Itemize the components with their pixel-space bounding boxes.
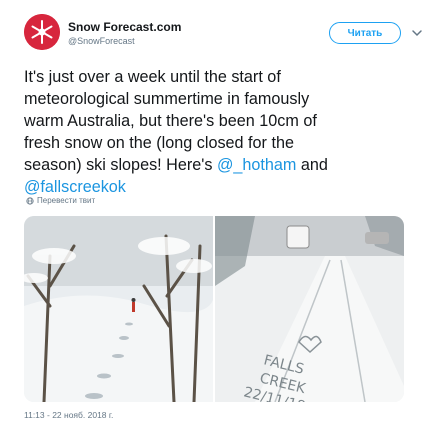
author-handle[interactable]: @SnowForecast bbox=[68, 36, 135, 46]
tweet-timestamp[interactable]: 11:13 - 22 нояб. 2018 г. bbox=[24, 410, 113, 420]
chevron-down-icon[interactable] bbox=[410, 26, 424, 40]
translate-label[interactable]: Перевести твит bbox=[37, 196, 95, 205]
avatar[interactable] bbox=[24, 14, 60, 50]
author-name[interactable]: Snow Forecast.com bbox=[68, 20, 181, 34]
tweet-text-join: and bbox=[300, 156, 328, 174]
avatar-snowflake-icon bbox=[24, 14, 60, 50]
translate-link[interactable]: Перевести твит bbox=[26, 196, 95, 205]
tweet-header: Snow Forecast.com @SnowForecast Читать bbox=[24, 14, 422, 54]
follow-button[interactable]: Читать bbox=[329, 22, 401, 44]
tweet-media: FALLS CREEK 22/11/18 bbox=[24, 216, 404, 402]
globe-icon bbox=[26, 196, 34, 205]
tweet-text: It's just over a week until the start of… bbox=[24, 66, 416, 198]
mention-fallscreekok[interactable]: @fallscreekok bbox=[24, 178, 126, 196]
snowy-trees-photo[interactable] bbox=[24, 216, 213, 402]
mention-hotham[interactable]: @_hotham bbox=[217, 156, 296, 174]
falls-creek-snow-photo[interactable]: FALLS CREEK 22/11/18 bbox=[215, 216, 404, 402]
